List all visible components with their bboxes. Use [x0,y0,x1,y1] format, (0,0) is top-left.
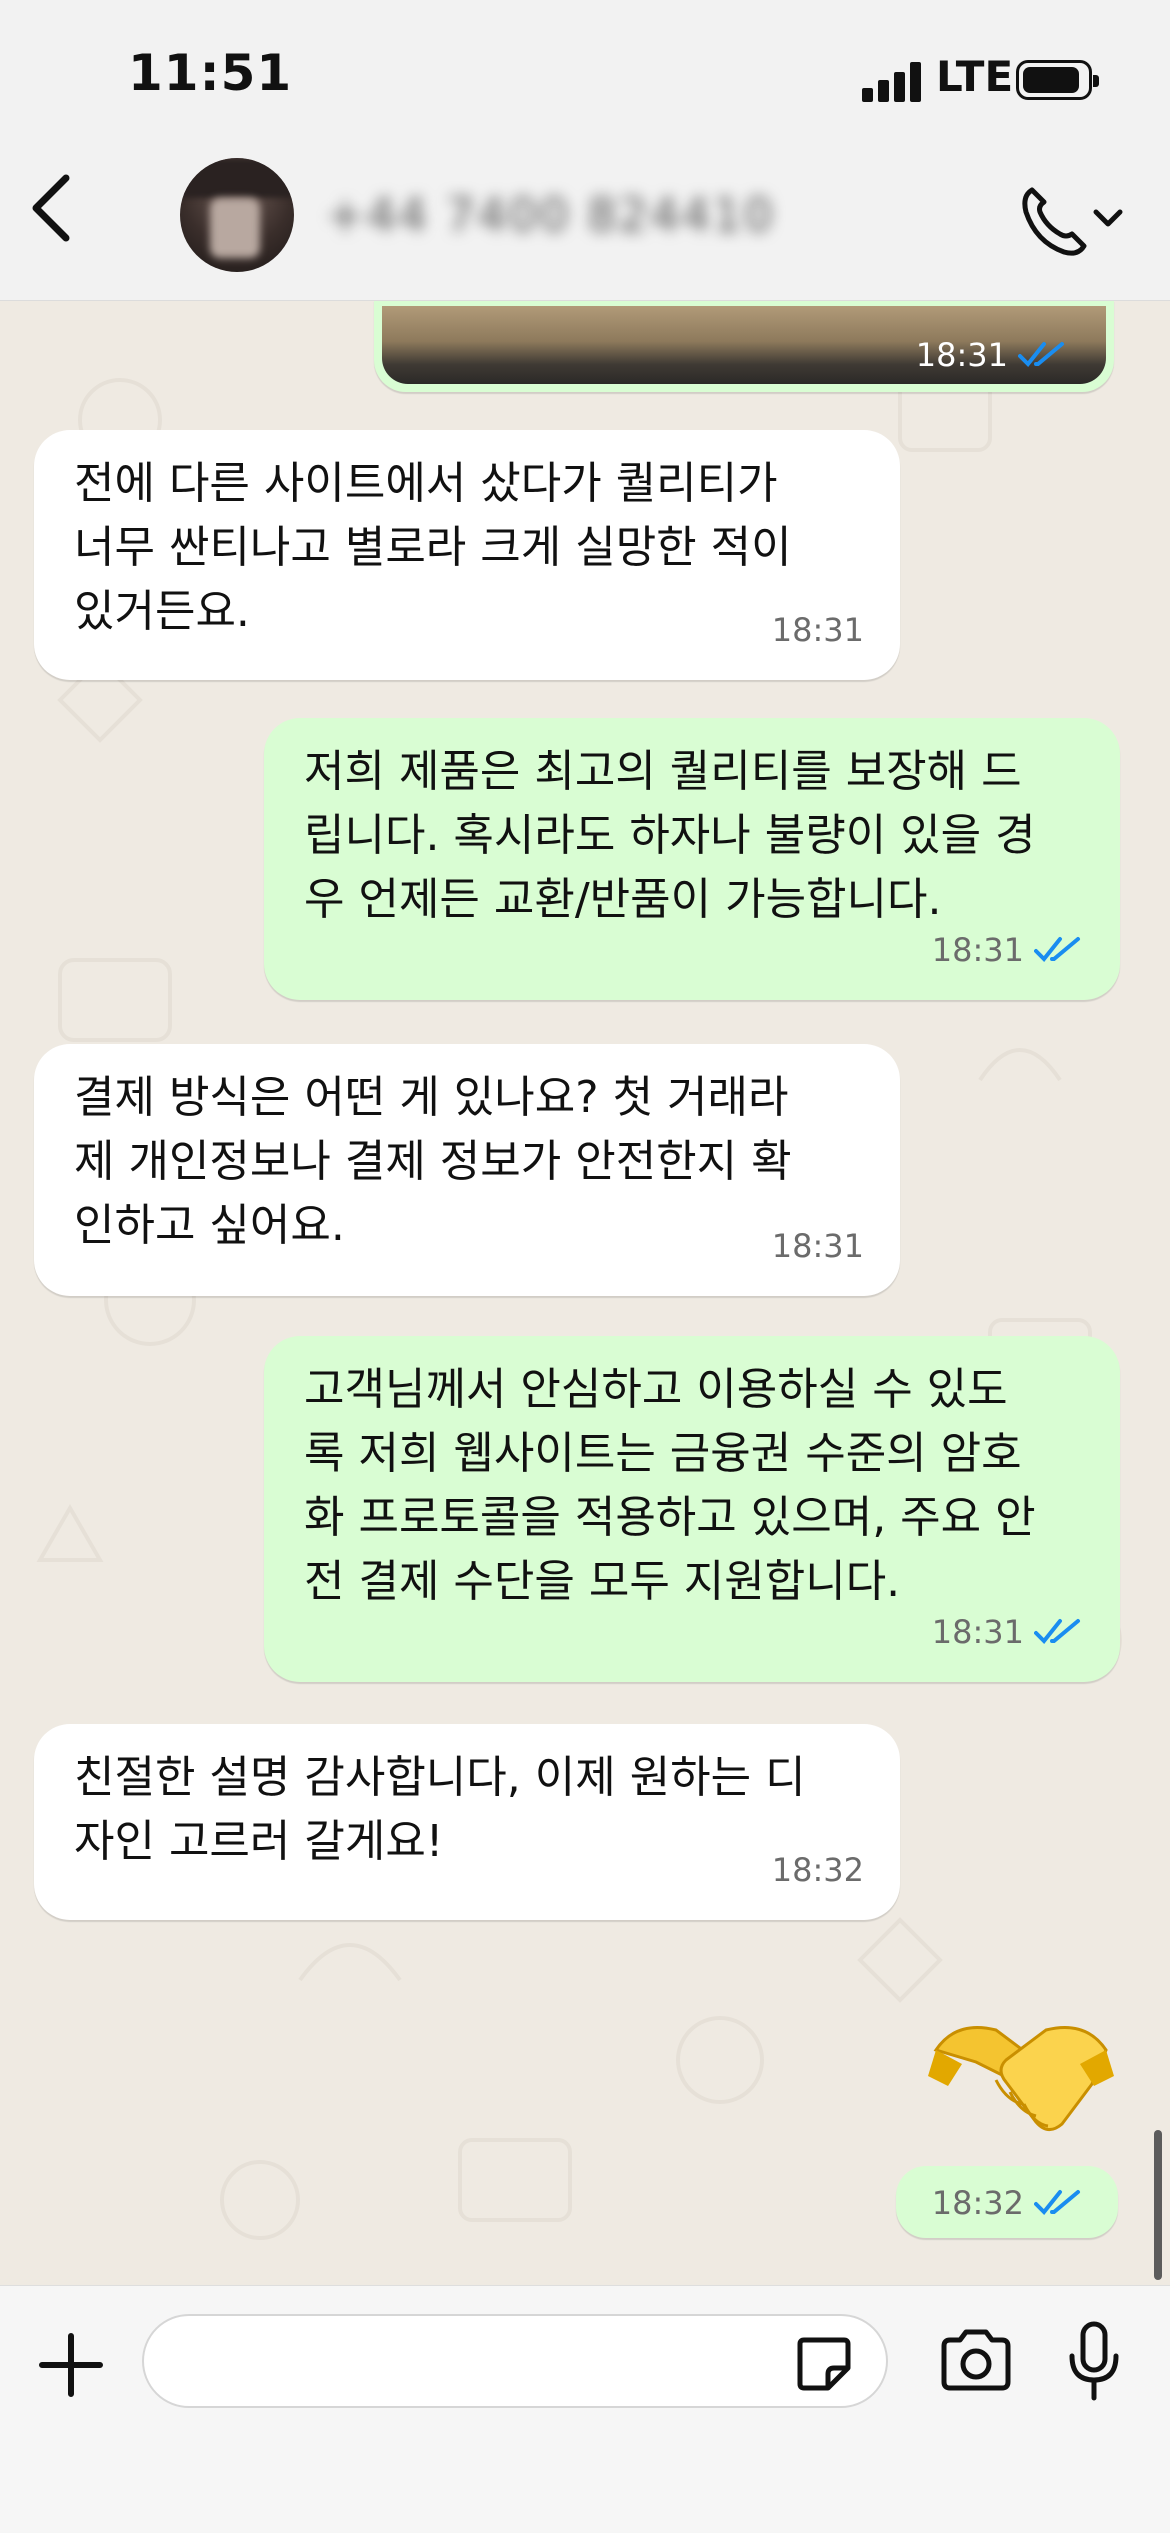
message-time: 18:31 [931,1613,1024,1651]
call-button[interactable] [1012,178,1132,258]
message-time: 18:31 [771,1227,864,1265]
status-time: 11:51 [128,44,293,102]
message-text: 고객님께서 안심하고 이용하실 수 있도 록 저희 웹사이트는 금융권 수준의 … [304,1364,1036,1607]
message-time: 18:31 [931,931,1024,969]
scrollbar[interactable] [1154,2130,1162,2280]
message-list[interactable]: 18:31 전에 다른 사이트에서 샀다가 퀄리티가 너무 싼티나고 별로라 크… [0,300,1170,2285]
message-meta: 18:32 [772,1838,864,1902]
incoming-message[interactable]: 결제 방식은 어떤 게 있나요? 첫 거래라 제 개인정보나 결제 정보가 안전… [34,1044,900,1296]
message-meta: 18:31 [772,598,864,662]
message-time: 18:32 [931,2184,1024,2222]
message-text: 저희 제품은 최고의 퀄리티를 보장해 드 립니다. 혹시라도 하자나 불량이 … [304,746,1036,925]
message-input[interactable] [142,2314,888,2408]
outgoing-message[interactable]: 저희 제품은 최고의 퀄리티를 보장해 드 립니다. 혹시라도 하자나 불량이 … [264,718,1120,1000]
back-button[interactable] [22,168,82,248]
message-text: 결제 방식은 어떤 게 있나요? 첫 거래라 제 개인정보나 결제 정보가 안전… [74,1072,792,1251]
message-time: 18:31 [915,336,1008,374]
camera-icon [941,2329,1011,2391]
microphone-icon [1069,2321,1119,2401]
contact-avatar[interactable] [180,158,294,272]
emoji-message-meta: 18:32 [896,2166,1118,2238]
message-meta: 18:32 [932,2184,1084,2222]
double-check-icon [1034,937,1080,962]
message-composer [0,2285,1170,2533]
chevron-left-icon [32,174,70,242]
message-meta: 18:31 [932,1600,1084,1664]
message-text: 친절한 설명 감사합니다, 이제 원하는 디 자인 고르러 갈게요! [74,1752,806,1867]
double-check-icon [1034,1619,1080,1644]
double-check-icon [1034,2190,1080,2215]
handshake-emoji-message[interactable] [926,2000,1116,2160]
phone-icon [1022,187,1123,256]
message-meta: 18:31 [932,918,1084,982]
chevron-down-icon [1093,209,1123,227]
handshake-icon [928,2026,1114,2131]
outgoing-message[interactable]: 고객님께서 안심하고 이용하실 수 있도 록 저희 웹사이트는 금융권 수준의 … [264,1336,1120,1682]
microphone-button[interactable] [1066,2320,1122,2406]
chat-header: 11:51 LTE +44 7400 824410 [0,0,1170,301]
message-time: 18:31 [771,611,864,649]
camera-button[interactable] [938,2326,1014,2396]
image-message[interactable]: 18:31 [374,300,1114,392]
plus-icon [39,2333,103,2397]
sticker-icon [797,2337,851,2391]
incoming-message[interactable]: 친절한 설명 감사합니다, 이제 원하는 디 자인 고르러 갈게요! 18:32 [34,1724,900,1920]
message-text: 전에 다른 사이트에서 샀다가 퀄리티가 너무 싼티나고 별로라 크게 실망한 … [74,458,792,637]
signal-strength-icon [862,62,926,102]
contact-name[interactable]: +44 7400 824410 [326,188,775,242]
message-meta: 18:31 [916,336,1068,374]
incoming-message[interactable]: 전에 다른 사이트에서 샀다가 퀄리티가 너무 싼티나고 별로라 크게 실망한 … [34,430,900,680]
battery-icon [1016,60,1099,100]
message-time: 18:32 [771,1851,864,1889]
message-meta: 18:31 [772,1214,864,1278]
attach-button[interactable] [34,2328,108,2402]
network-type: LTE [936,52,1014,101]
double-check-icon [1018,342,1064,367]
sticker-button[interactable] [794,2334,854,2394]
